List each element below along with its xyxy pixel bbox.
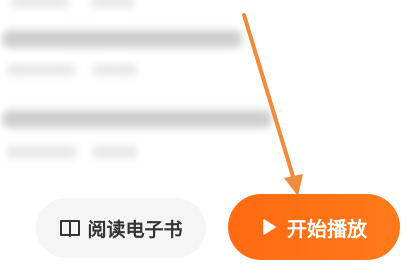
start-playback-label: 开始播放 bbox=[287, 216, 367, 241]
open-book-icon bbox=[59, 218, 81, 238]
blurred-meta-line bbox=[90, 0, 135, 8]
start-playback-button[interactable]: 开始播放 bbox=[228, 194, 400, 260]
blurred-episode-title bbox=[2, 110, 272, 128]
blurred-meta-line bbox=[92, 146, 138, 158]
play-icon bbox=[261, 218, 277, 236]
blurred-meta-line bbox=[6, 64, 76, 76]
blurred-meta-line bbox=[6, 146, 78, 158]
player-screen: 阅读电子书 开始播放 bbox=[0, 0, 412, 265]
blurred-episode-title bbox=[2, 30, 242, 48]
blurred-meta-line bbox=[92, 64, 138, 76]
bottom-action-bar: 阅读电子书 开始播放 bbox=[0, 190, 412, 265]
read-ebook-label: 阅读电子书 bbox=[87, 218, 183, 241]
blurred-meta-line bbox=[10, 0, 70, 8]
read-ebook-button[interactable]: 阅读电子书 bbox=[36, 198, 206, 258]
blurred-episode-list bbox=[0, 0, 412, 190]
